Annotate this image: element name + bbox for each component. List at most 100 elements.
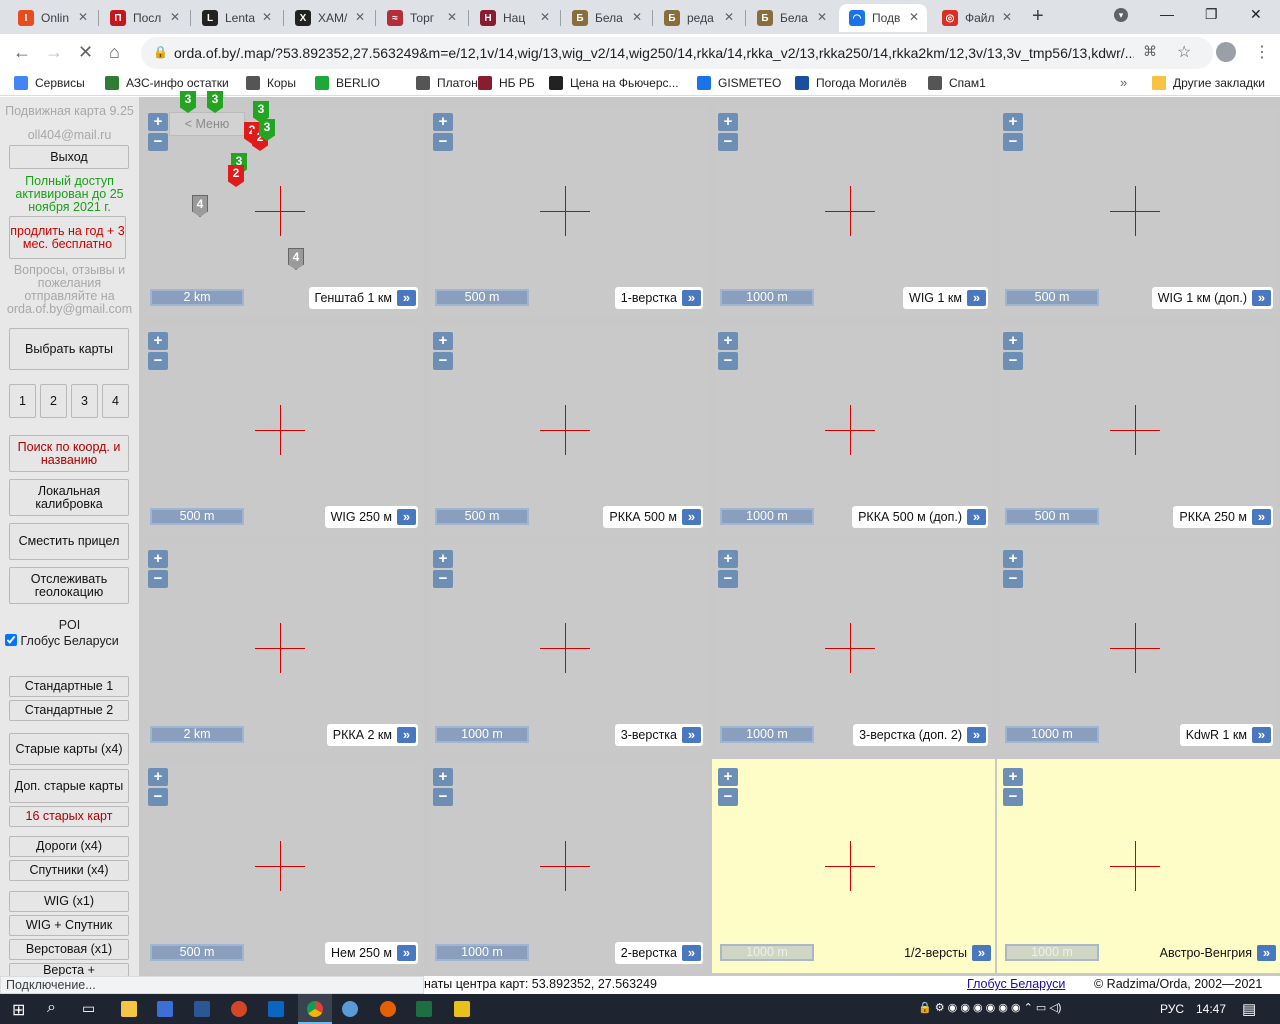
zoom-in-button[interactable]: + — [718, 332, 738, 350]
chrome-taskbar-button[interactable] — [298, 994, 332, 1024]
zoom-in-button[interactable]: + — [148, 768, 168, 786]
tab-close-icon[interactable]: ✕ — [170, 10, 180, 24]
bookmark-star-icon[interactable]: ☆ — [1177, 42, 1191, 62]
translate-icon[interactable]: ⌘ — [1143, 43, 1157, 60]
map-panel[interactable]: + − 500 m РККА 500 м » — [430, 326, 708, 535]
tab-close-icon[interactable]: ✕ — [1002, 10, 1012, 24]
layout-button-3[interactable]: 3 — [71, 384, 98, 418]
map-name-label[interactable]: 2-верстка » — [614, 942, 703, 964]
preset-button[interactable]: Спутники (x4) — [9, 860, 129, 881]
zoom-out-button[interactable]: − — [718, 788, 738, 806]
skype-icon[interactable] — [342, 1001, 358, 1017]
next-map-button[interactable]: » — [1257, 945, 1276, 961]
bookmarks-overflow-icon[interactable]: » — [1120, 75, 1127, 90]
zoom-in-button[interactable]: + — [433, 768, 453, 786]
zoom-out-button[interactable]: − — [718, 133, 738, 151]
browser-tab[interactable]: Бреда ✕ — [654, 4, 742, 32]
map-panel[interactable]: + − 1000 m 2-верстка » — [430, 762, 708, 971]
zoom-out-button[interactable]: − — [1003, 352, 1023, 370]
notifications-icon[interactable]: ▤ — [1242, 1000, 1256, 1018]
zoom-out-button[interactable]: − — [433, 570, 453, 588]
map-name-label[interactable]: 1-верстка » — [614, 287, 703, 309]
browser-tab[interactable]: ◠ Подв ✕ — [839, 4, 927, 32]
zoom-in-button[interactable]: + — [718, 550, 738, 568]
map-name-label[interactable]: KdwR 1 км » — [1179, 724, 1273, 746]
search-icon[interactable]: ⌕ — [47, 999, 56, 1017]
next-map-button[interactable]: » — [682, 509, 701, 525]
zoom-out-button[interactable]: − — [1003, 788, 1023, 806]
map-name-label[interactable]: 3-верстка » — [614, 724, 703, 746]
map-panel[interactable]: + − 1000 m Австро-Венгрия » — [997, 759, 1280, 973]
zoom-in-button[interactable]: + — [433, 332, 453, 350]
track-geolocation-button[interactable]: Отслеживать геолокацию — [9, 567, 129, 604]
menu-toggle-button[interactable]: < Меню — [169, 112, 245, 136]
next-map-button[interactable]: » — [682, 290, 701, 306]
browser-tab[interactable]: I Onlin ✕ — [8, 4, 96, 32]
zoom-in-button[interactable]: + — [1003, 768, 1023, 786]
browser-tab[interactable]: Б Бела ✕ — [562, 4, 650, 32]
map-panel[interactable]: + − 500 m Нем 250 м » — [145, 762, 423, 971]
preset-button[interactable]: Доп. старые карты — [9, 769, 129, 803]
bookmark-item[interactable]: GISMETEO — [697, 76, 781, 90]
preset-button[interactable]: WIG + Спутник — [9, 915, 129, 936]
map-panel[interactable]: + − 500 m 1-верстка » — [430, 107, 708, 316]
map-panel[interactable]: + − 1000 m РККА 500 м (доп.) » — [715, 326, 993, 535]
map-panel[interactable]: + − 1000 m KdwR 1 км » — [1000, 544, 1278, 753]
globe-belarus-link[interactable]: Глобус Беларуси — [967, 977, 1065, 991]
next-map-button[interactable]: » — [967, 727, 986, 743]
save-icon[interactable] — [157, 1001, 173, 1017]
input-language[interactable]: РУС — [1160, 1002, 1184, 1016]
tab-close-icon[interactable]: ✕ — [540, 10, 550, 24]
map-name-label[interactable]: 1/2-версты » — [898, 942, 993, 964]
new-tab-button[interactable]: + — [1032, 5, 1044, 28]
preset-button[interactable]: Стандартные 2 — [9, 700, 129, 721]
zoom-out-button[interactable]: − — [433, 352, 453, 370]
tab-close-icon[interactable]: ✕ — [817, 10, 827, 24]
bookmark-item[interactable]: АЗС-инфо остатки — [105, 76, 229, 90]
layout-button-2[interactable]: 2 — [40, 384, 67, 418]
powerpoint-icon[interactable] — [231, 1001, 247, 1017]
home-icon[interactable]: ⌂ — [109, 42, 120, 63]
zoom-out-button[interactable]: − — [148, 788, 168, 806]
tab-search-icon[interactable]: ▾ — [1114, 8, 1128, 22]
tab-close-icon[interactable]: ✕ — [262, 10, 272, 24]
map-name-label[interactable]: Нем 250 м » — [325, 942, 418, 964]
next-map-button[interactable]: » — [682, 727, 701, 743]
next-map-button[interactable]: » — [1252, 290, 1271, 306]
bookmark-item[interactable]: BERLIO — [315, 76, 380, 90]
task-view-icon[interactable]: ▭ — [82, 1000, 95, 1017]
browser-tab[interactable]: Б Бела ✕ — [747, 4, 835, 32]
layout-button-4[interactable]: 4 — [102, 384, 129, 418]
next-map-button[interactable]: » — [967, 509, 986, 525]
back-icon[interactable]: ← — [13, 42, 31, 63]
zoom-in-button[interactable]: + — [433, 550, 453, 568]
firefox-icon[interactable] — [380, 1001, 396, 1017]
outlook-icon[interactable] — [268, 1001, 284, 1017]
next-map-button[interactable]: » — [397, 727, 416, 743]
profile-avatar[interactable] — [1216, 42, 1236, 62]
next-map-button[interactable]: » — [397, 509, 416, 525]
preset-button[interactable]: Верста + — [9, 963, 129, 976]
zoom-in-button[interactable]: + — [718, 768, 738, 786]
zoom-in-button[interactable]: + — [433, 113, 453, 131]
zoom-in-button[interactable]: + — [1003, 113, 1023, 131]
zoom-out-button[interactable]: − — [1003, 133, 1023, 151]
bookmark-item[interactable]: Погода Могилёв — [795, 76, 907, 90]
map-name-label[interactable]: РККА 500 м » — [603, 506, 703, 528]
zoom-in-button[interactable]: + — [718, 113, 738, 131]
next-map-button[interactable]: » — [1252, 727, 1271, 743]
map-panel[interactable]: + − 1000 m 3-верстка (доп. 2) » — [715, 544, 993, 753]
local-calibration-button[interactable]: Локальная калибровка — [9, 479, 129, 516]
other-bookmarks[interactable]: Другие закладки — [1152, 76, 1265, 90]
bookmark-item[interactable]: Цена на Фьючерс... — [549, 76, 679, 90]
preset-button[interactable]: WIG (x1) — [9, 891, 129, 912]
file-explorer-icon[interactable] — [121, 1001, 137, 1017]
map-name-label[interactable]: РККА 250 м » — [1173, 506, 1273, 528]
shift-crosshair-button[interactable]: Сместить прицел — [9, 523, 129, 560]
preset-button[interactable]: Дороги (x4) — [9, 836, 129, 857]
search-button[interactable]: Поиск по коорд. и названию — [9, 435, 129, 472]
next-map-button[interactable]: » — [397, 290, 416, 306]
zoom-in-button[interactable]: + — [148, 550, 168, 568]
next-map-button[interactable]: » — [682, 945, 701, 961]
browser-tab[interactable]: L Lenta ✕ — [192, 4, 280, 32]
